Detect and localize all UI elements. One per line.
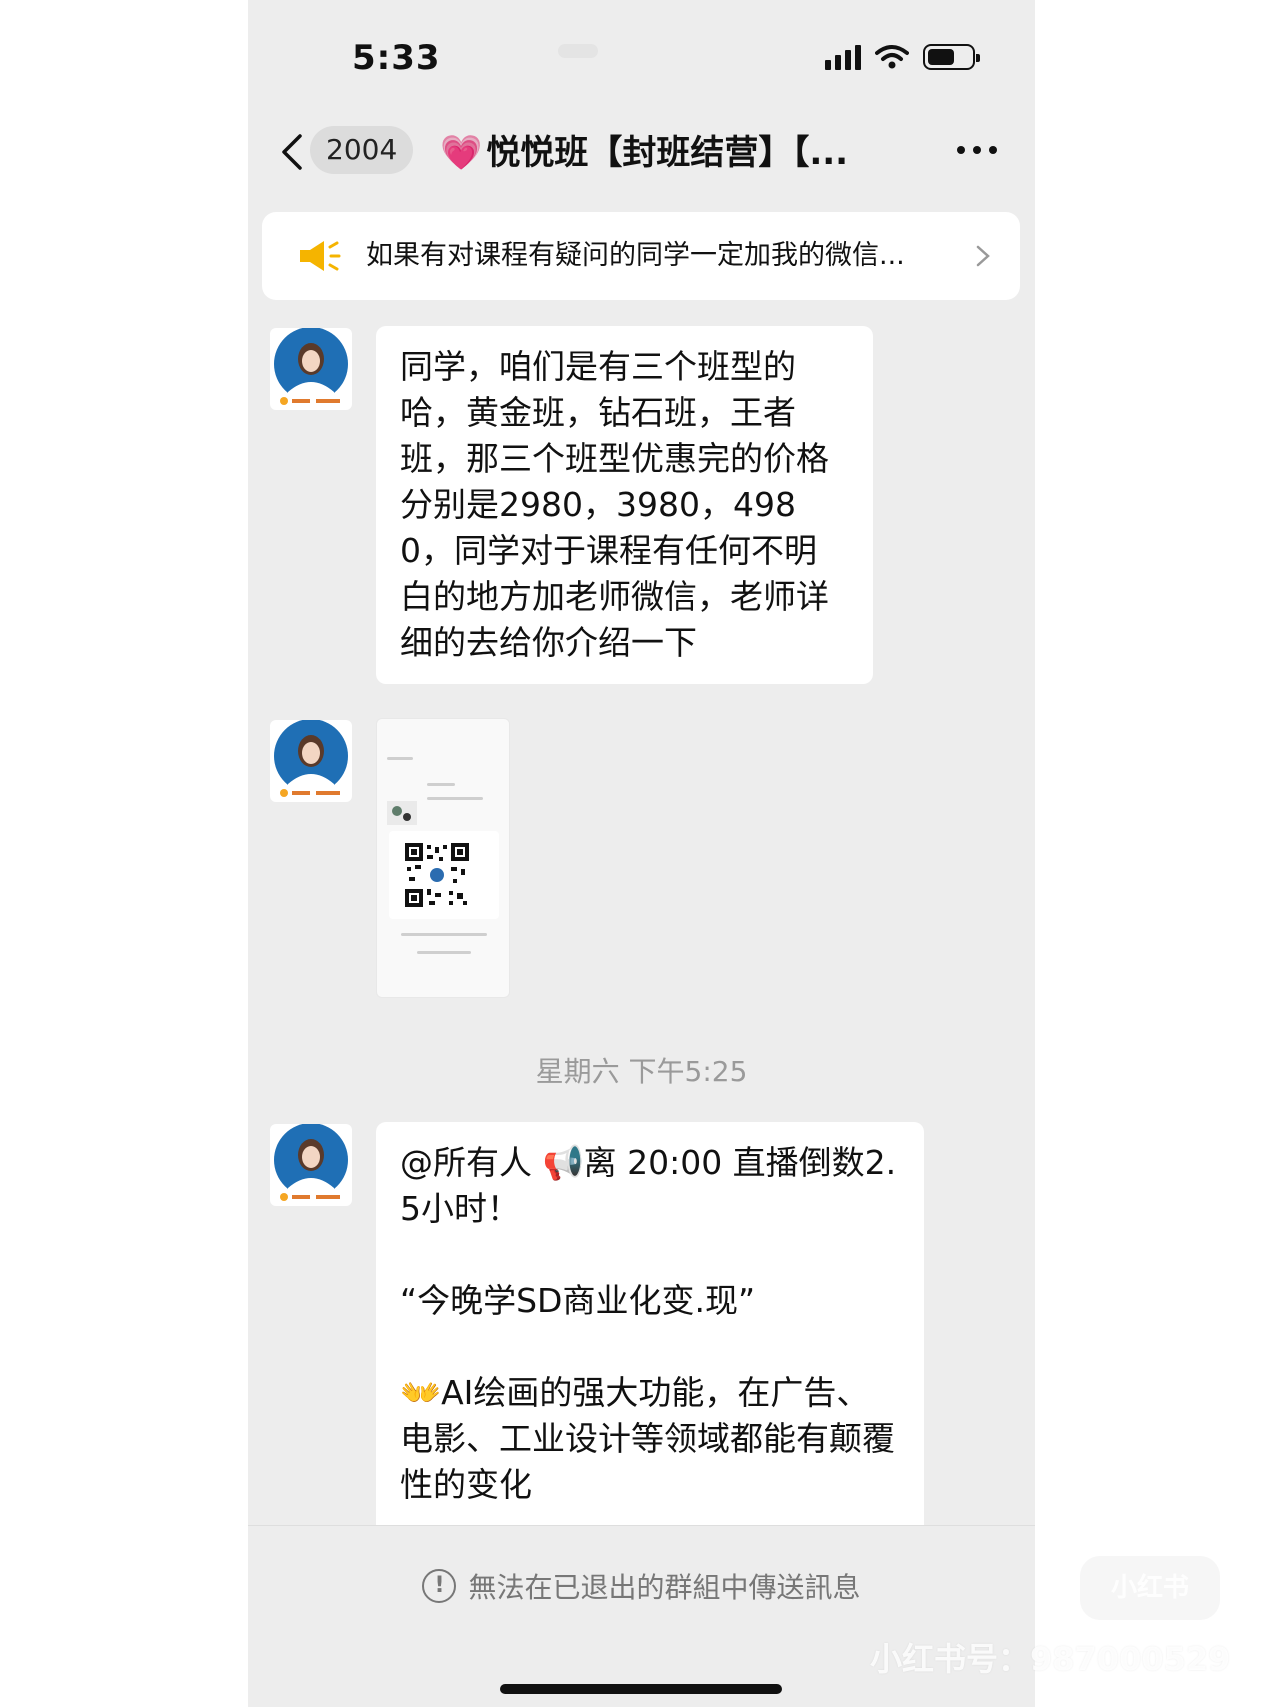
group-announcement[interactable]: 如果有对课程有疑问的同学一定加我的微信... bbox=[262, 212, 1020, 300]
unread-count-badge[interactable]: 2004 bbox=[310, 126, 414, 174]
watermark-logo: 小红书 bbox=[1080, 1556, 1220, 1620]
sender-avatar[interactable] bbox=[270, 720, 352, 802]
status-bar: 5:33 bbox=[248, 0, 1035, 110]
message-bubble[interactable]: 同学，咱们是有三个班型的哈，黄金班，钻石班，王者班，那三个班型优惠完的价格分别是… bbox=[376, 326, 873, 684]
message-line: “今晚学SD商业化变.现” bbox=[400, 1281, 756, 1320]
info-icon: ! bbox=[422, 1569, 457, 1603]
chevron-right-icon bbox=[976, 245, 990, 267]
more-icon[interactable] bbox=[957, 146, 997, 154]
message-timestamp: 星期六 下午5:25 bbox=[535, 1055, 748, 1088]
plant-icon bbox=[387, 801, 417, 825]
camera-dot bbox=[558, 44, 598, 58]
hands-emoji: 👐 bbox=[400, 1373, 442, 1412]
back-chevron-icon[interactable] bbox=[274, 132, 314, 172]
status-icons bbox=[825, 42, 980, 72]
wifi-icon bbox=[875, 45, 909, 69]
home-indicator[interactable] bbox=[500, 1684, 782, 1694]
megaphone-emoji: 📢 bbox=[542, 1143, 584, 1182]
qr-code-image[interactable] bbox=[376, 718, 510, 998]
qr-code-icon bbox=[405, 843, 469, 907]
mention-text: @所有人 bbox=[400, 1143, 543, 1182]
message-line: AI绘画的强大功能，在广告、电影、工业设计等领域都能有颠覆性的变化 bbox=[400, 1373, 895, 1504]
notice-text: 無法在已退出的群組中傳送訊息 bbox=[468, 1571, 861, 1604]
message-bubble[interactable]: @所有人 📢离 20:00 直播倒数2.5小时！ “今晚学SD商业化变.现” 👐… bbox=[376, 1122, 924, 1562]
watermark: 小红书号：987000529 bbox=[870, 1640, 1231, 1678]
chat-title-text: 悦悦班【封班结营】【... bbox=[486, 133, 849, 173]
sender-avatar[interactable] bbox=[270, 328, 352, 410]
nav-bar: 2004 💗 悦悦班【封班结营】【... bbox=[248, 110, 1035, 196]
megaphone-icon bbox=[300, 241, 341, 271]
chat-screen: 5:33 2004 💗 悦悦班【封班结营】【... 如果有对课程有疑问的同学一定… bbox=[248, 0, 1035, 1707]
chat-title[interactable]: 💗 悦悦班【封班结营】【... bbox=[440, 126, 960, 180]
battery-icon bbox=[923, 44, 980, 70]
heart-emoji: 💗 bbox=[440, 133, 483, 173]
status-time: 5:33 bbox=[352, 38, 441, 78]
sender-avatar[interactable] bbox=[270, 1124, 352, 1206]
announcement-text: 如果有对课程有疑问的同学一定加我的微信... bbox=[366, 240, 905, 271]
signal-icon bbox=[825, 44, 861, 70]
